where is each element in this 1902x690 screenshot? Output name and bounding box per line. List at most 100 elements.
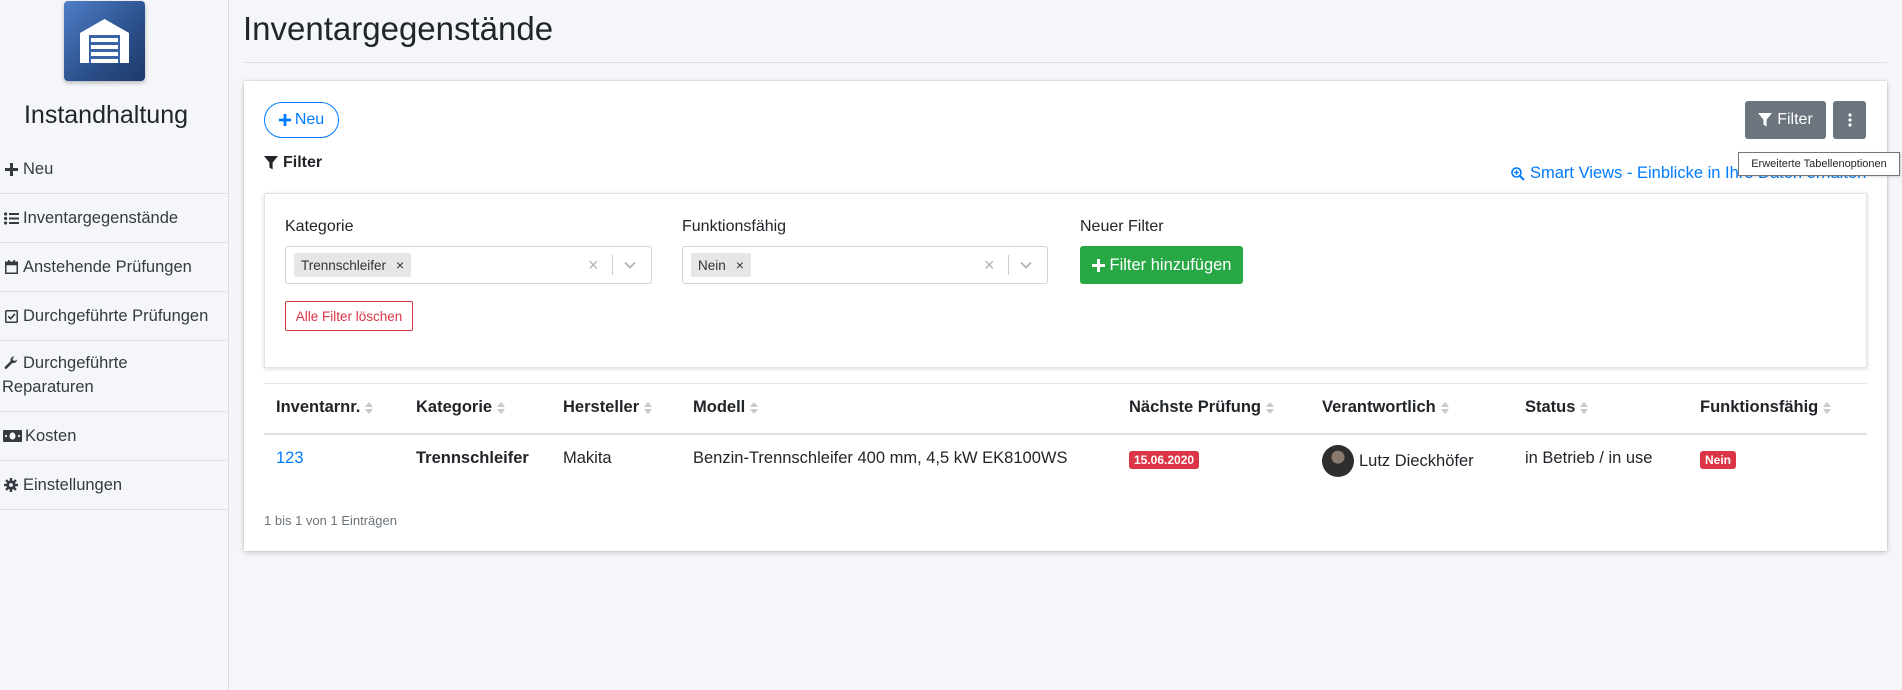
plus-icon: [1091, 258, 1105, 272]
sidebar-item-label: Neu: [23, 160, 54, 178]
select-separator: [1008, 255, 1009, 275]
sort-icon: [1266, 401, 1275, 414]
avatar: [1322, 445, 1354, 477]
sidebar-item-kosten[interactable]: Kosten: [0, 412, 229, 461]
app-logo[interactable]: [64, 1, 145, 81]
column-header-label: Modell: [693, 398, 746, 416]
column-header-funktionsfaehig[interactable]: Funktionsfähig: [1700, 398, 1832, 417]
new-filter-label: Neuer Filter: [1080, 218, 1164, 235]
sidebar-item-inventargegenstaende[interactable]: Inventargegenstände: [0, 194, 229, 243]
sidebar-item-einstellungen[interactable]: Einstellungen: [0, 461, 229, 510]
cell-status: in Betrieb / in use: [1525, 449, 1653, 467]
more-options-tooltip: Erweiterte Tabellenoptionen: [1738, 152, 1900, 176]
new-item-button[interactable]: Neu: [264, 102, 339, 138]
sidebar-item-label: Durchgeführte Prüfungen: [23, 307, 209, 325]
chevron-down-icon[interactable]: [623, 258, 637, 272]
sort-icon: [1580, 401, 1589, 414]
column-header-verantwortlich[interactable]: Verantwortlich: [1322, 398, 1449, 417]
filter-toggle-label: Filter: [1777, 111, 1813, 128]
sidebar-item-durchgefuehrte-pruefungen[interactable]: Durchgeführte Prüfungen: [0, 292, 229, 341]
funktionsfaehig-chip-label: Nein: [698, 257, 726, 273]
kategorie-selected-chip: Trennschleifer ×: [294, 253, 412, 277]
chip-remove-icon[interactable]: ×: [396, 257, 404, 273]
calendar-check-icon: [2, 304, 20, 328]
column-header-label: Kategorie: [416, 398, 493, 416]
column-header-hersteller[interactable]: Hersteller: [563, 398, 653, 417]
plus-icon: [2, 157, 20, 181]
table-top-divider: [264, 383, 1867, 384]
funktionsfaehig-select[interactable]: Nein × ×: [682, 246, 1048, 284]
kategorie-filter-label: Kategorie: [285, 218, 354, 235]
column-header-label: Verantwortlich: [1322, 398, 1436, 416]
clear-selection-icon[interactable]: ×: [984, 256, 995, 274]
new-item-label: Neu: [294, 111, 325, 128]
sidebar-nav: Neu Inventargegenstände Anstehende Prüfu…: [0, 145, 229, 510]
sidebar-item-anstehende-pruefungen[interactable]: Anstehende Prüfungen: [0, 243, 229, 292]
funktionsfaehig-selected-chip: Nein ×: [691, 253, 751, 277]
filter-heading: Filter: [264, 154, 322, 172]
clear-all-filters-button[interactable]: Alle Filter löschen: [285, 301, 413, 331]
more-options-button[interactable]: [1833, 101, 1866, 139]
title-divider: [243, 62, 1887, 63]
warehouse-icon: [80, 19, 129, 63]
next-inspection-badge: 15.06.2020: [1129, 451, 1200, 469]
chip-remove-icon[interactable]: ×: [736, 257, 744, 273]
column-header-label: Funktionsfähig: [1700, 398, 1819, 416]
sort-icon: [365, 401, 374, 414]
select-separator: [612, 255, 613, 275]
clear-selection-icon[interactable]: ×: [588, 256, 599, 274]
cell-hersteller: Makita: [563, 449, 612, 467]
kategorie-chip-label: Trennschleifer: [301, 257, 387, 273]
filter-panel: Kategorie Trennschleifer × × Funktionsfä…: [264, 193, 1867, 368]
calendar-icon: [2, 255, 20, 279]
kategorie-select[interactable]: Trennschleifer × ×: [285, 246, 652, 284]
column-header-label: Nächste Prüfung: [1129, 398, 1262, 416]
cell-inventarnr[interactable]: 123: [276, 449, 304, 468]
column-header-naechste-pruefung[interactable]: Nächste Prüfung: [1129, 398, 1275, 417]
sidebar-item-neu[interactable]: Neu: [0, 145, 229, 194]
sidebar-item-label: Einstellungen: [23, 476, 123, 494]
cell-modell: Benzin-Trennschleifer 400 mm, 4,5 kW EK8…: [693, 449, 1068, 467]
add-filter-label: Filter hinzufügen: [1109, 255, 1232, 274]
sidebar-item-label-line1: Durchgeführte: [23, 354, 128, 372]
wrench-icon: [2, 351, 20, 375]
table-info: 1 bis 1 von 1 Einträgen: [264, 513, 397, 528]
sort-icon: [644, 401, 653, 414]
column-header-inventarnr[interactable]: Inventarnr.: [276, 398, 374, 417]
sort-icon: [1823, 401, 1832, 414]
add-filter-button[interactable]: Filter hinzufügen: [1080, 246, 1243, 284]
funktionsfaehig-filter-label: Funktionsfähig: [682, 218, 787, 235]
sort-icon: [1440, 401, 1449, 414]
column-header-status[interactable]: Status: [1525, 398, 1589, 417]
cell-kategorie: Trennschleifer: [416, 449, 529, 467]
filter-icon: [1758, 113, 1773, 127]
table-header-divider: [264, 433, 1867, 435]
filter-icon: [264, 156, 278, 170]
sidebar-item-label: Inventargegenstände: [23, 209, 179, 227]
sort-icon: [750, 401, 759, 414]
sidebar: Instandhaltung Neu Inventargegenstände A…: [0, 0, 229, 690]
column-header-label: Inventarnr.: [276, 398, 361, 416]
kebab-menu-icon: [1847, 113, 1852, 127]
list-icon: [2, 206, 20, 230]
column-header-label: Hersteller: [563, 398, 640, 416]
plus-icon: [278, 114, 291, 126]
cell-verantwortlich: Lutz Dieckhöfer: [1359, 452, 1474, 470]
column-header-kategorie[interactable]: Kategorie: [416, 398, 506, 417]
sort-icon: [497, 401, 506, 414]
app-name: Instandhaltung: [23, 101, 189, 129]
inventory-card: Neu Filter Filter Smart Views - Einblick…: [244, 81, 1887, 551]
gear-icon: [2, 473, 20, 497]
sidebar-item-label: Kosten: [25, 427, 77, 445]
sidebar-item-label: Anstehende Prüfungen: [23, 258, 192, 276]
column-header-label: Status: [1525, 398, 1576, 416]
sidebar-item-durchgefuehrte-reparaturen[interactable]: Durchgeführte Reparaturen: [0, 341, 229, 412]
column-header-modell[interactable]: Modell: [693, 398, 759, 417]
functional-status-badge: Nein: [1700, 451, 1737, 469]
money-icon: [2, 424, 22, 448]
filter-heading-label: Filter: [283, 154, 323, 171]
page-title: Inventargegenstände: [243, 10, 554, 47]
filter-toggle-button[interactable]: Filter: [1745, 101, 1826, 139]
sidebar-item-label-line2: Reparaturen: [2, 378, 94, 396]
chevron-down-icon[interactable]: [1019, 258, 1033, 272]
